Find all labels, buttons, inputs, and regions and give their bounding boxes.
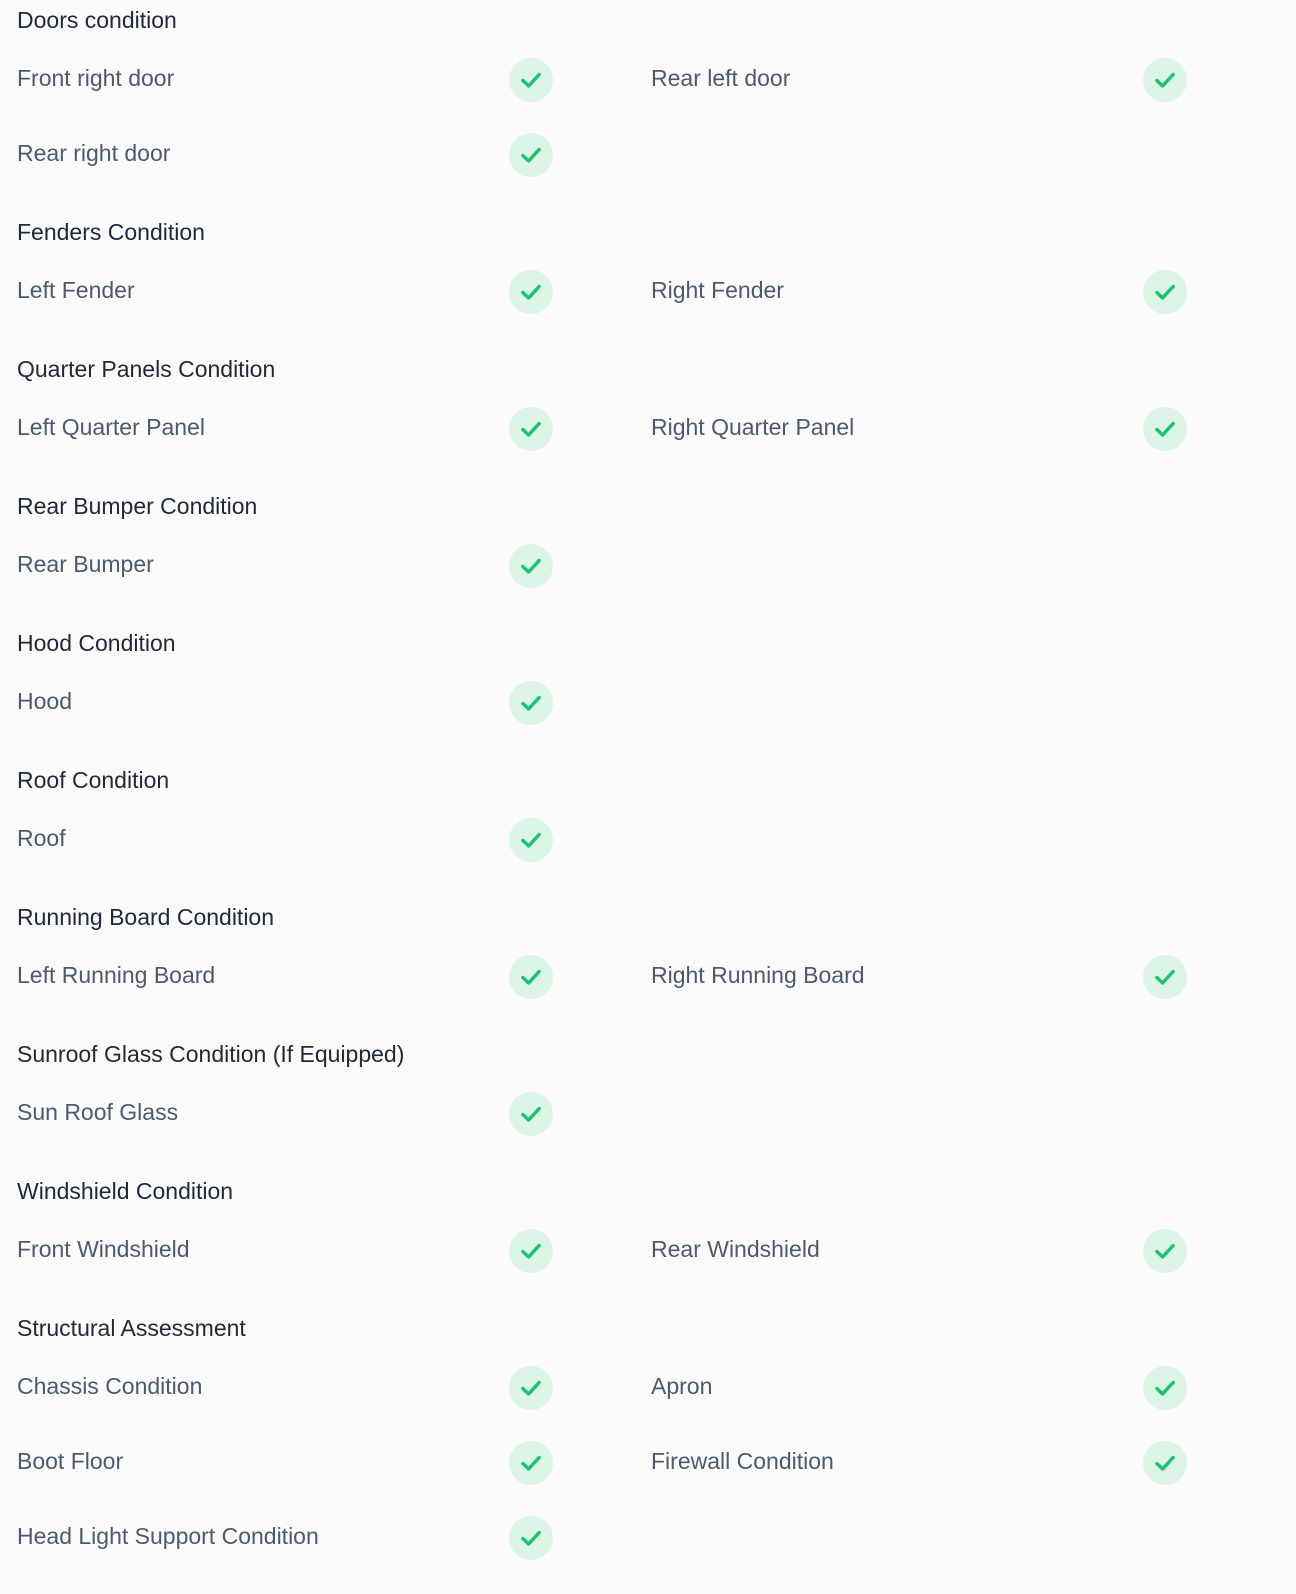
item-label: Left Running Board (17, 961, 216, 988)
item-label: Rear left door (651, 64, 791, 91)
check-icon (509, 58, 553, 102)
item-label: Right Quarter Panel (651, 413, 855, 440)
item-label: Left Quarter Panel (17, 413, 205, 440)
check-icon (1143, 1366, 1187, 1410)
item-label: Sun Roof Glass (17, 1098, 179, 1125)
check-icon (509, 1516, 553, 1560)
check-icon (509, 270, 553, 314)
item-label: Apron (651, 1372, 713, 1399)
item-label: Left Fender (17, 276, 135, 303)
check-icon (1143, 1229, 1187, 1273)
item-label: Hood (17, 687, 72, 714)
check-icon (509, 1092, 553, 1136)
section-title: Quarter Panels Condition (17, 356, 276, 382)
section-title: Structural Assessment (17, 1315, 246, 1341)
check-icon (509, 544, 553, 588)
section-title: Doors condition (17, 7, 177, 33)
check-icon (509, 133, 553, 177)
check-icon (509, 1366, 553, 1410)
item-label: Front Windshield (17, 1235, 190, 1262)
item-label: Right Running Board (651, 961, 865, 988)
section-title: Fenders Condition (17, 219, 205, 245)
item-label: Rear Windshield (651, 1235, 820, 1262)
item-label: Roof (17, 824, 66, 851)
check-icon (509, 818, 553, 862)
check-icon (509, 1229, 553, 1273)
item-label: Rear Bumper (17, 550, 154, 577)
check-icon (509, 681, 553, 725)
section-title: Running Board Condition (17, 904, 275, 930)
item-label: Rear right door (17, 139, 171, 166)
item-label: Head Light Support Condition (17, 1522, 319, 1549)
section-title: Sunroof Glass Condition (If Equipped) (17, 1041, 405, 1067)
section-title: Rear Bumper Condition (17, 493, 258, 519)
check-icon (1143, 955, 1187, 999)
section-title: Hood Condition (17, 630, 176, 656)
item-label: Front right door (17, 64, 175, 91)
check-icon (1143, 58, 1187, 102)
section-title: Windshield Condition (17, 1178, 234, 1204)
item-label: Boot Floor (17, 1447, 124, 1474)
check-icon (509, 407, 553, 451)
check-icon (1143, 407, 1187, 451)
check-icon (1143, 1441, 1187, 1485)
check-icon (509, 955, 553, 999)
check-icon (509, 1441, 553, 1485)
item-label: Right Fender (651, 276, 784, 303)
section-title: Roof Condition (17, 767, 170, 793)
check-icon (1143, 270, 1187, 314)
inspection-checklist: Doors condition Front right door Rear left… (0, 0, 1296, 1594)
item-label: Chassis Condition (17, 1372, 203, 1399)
item-label: Firewall Condition (651, 1447, 834, 1474)
